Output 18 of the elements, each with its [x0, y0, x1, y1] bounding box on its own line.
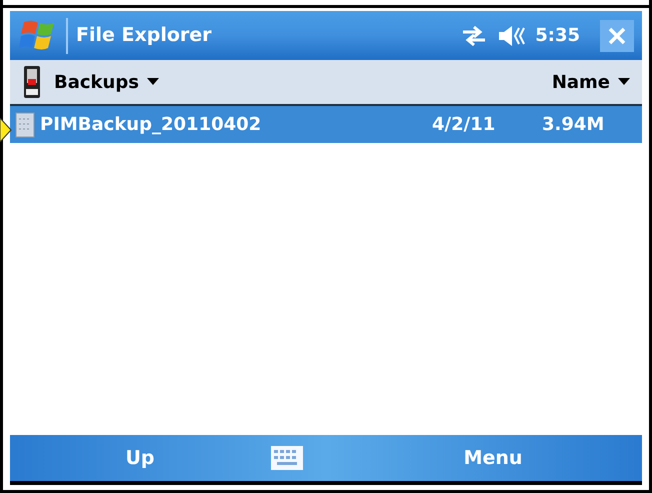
caret-icon [618, 78, 630, 86]
file-date: 4/2/11 [432, 113, 496, 137]
folder-dropdown[interactable]: Backups [54, 68, 159, 96]
window-title: File Explorer [76, 23, 212, 48]
file-icon [14, 110, 36, 138]
up-softkey[interactable]: Up [10, 444, 270, 472]
file-size: 3.94M [542, 113, 606, 137]
sort-dropdown[interactable]: Name [552, 68, 630, 96]
file-row[interactable]: PIMBackup_20110402 4/2/11 3.94M [10, 106, 642, 143]
menu-softkey[interactable]: Menu [464, 444, 522, 472]
close-icon [608, 26, 626, 44]
file-name: PIMBackup_20110402 [40, 113, 262, 137]
pointer-arrow-icon [0, 118, 12, 142]
clock-time: 5:35 [535, 24, 580, 48]
keyboard-icon[interactable] [270, 445, 304, 471]
storage-card-icon [22, 65, 42, 99]
close-button[interactable] [600, 20, 634, 52]
caret-icon [146, 78, 159, 86]
